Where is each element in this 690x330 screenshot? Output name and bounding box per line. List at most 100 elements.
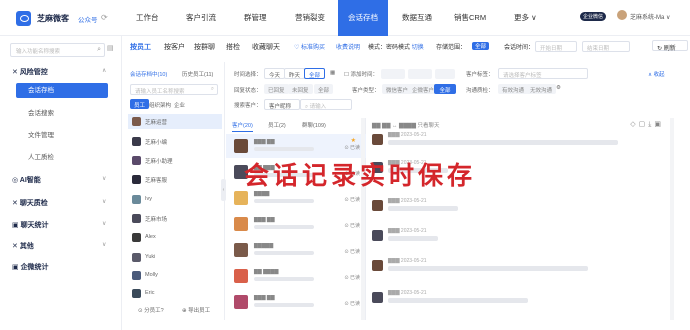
employee-row[interactable]: Eric [128,286,222,301]
star-icon[interactable]: ★ [351,137,356,144]
sidebar-search-input[interactable]: 输入功能名称搜索 ⌕ [10,43,105,57]
settings-icon[interactable]: ⚙ [556,85,561,91]
storage-value[interactable]: 全部 [472,42,490,50]
calendar-icon[interactable]: ▦ [330,70,335,76]
conversation-row[interactable]: ▇▇▇▇▇ ⊙ 已读 [226,238,366,262]
employee-row[interactable]: Alex [128,230,222,245]
customer-search-input[interactable]: ⌕ 请输入 [300,99,352,110]
conversation-row[interactable]: ▇▇▇ ▇▇ ★ ⊙ 已读 [226,134,366,158]
nav-archive[interactable]: 会话存档 [338,0,388,36]
add-time-start[interactable] [381,69,405,79]
avatar [132,233,141,242]
reply-status-label: 回复状态： [234,88,262,94]
sidebar-group-other[interactable]: ✕ 其他 [12,241,34,251]
chevron-up-icon[interactable]: ∧ [102,67,106,74]
sidebar-group-ai[interactable]: ◎ AI智能 [12,175,41,185]
avatar[interactable] [617,10,627,20]
end-date-input[interactable]: 结束日期 [582,41,630,52]
add-time-end[interactable] [408,69,432,79]
tab-by-employee[interactable]: 按员工 [130,42,151,52]
employee-row[interactable]: 芝麻市场 [128,211,222,226]
reply-replied[interactable]: 已回复 [264,84,289,94]
tab-by-customer[interactable]: 按客户 [164,42,185,52]
conversation-row[interactable]: ▇▇▇ ▇▇ ⊙ 已读 [226,290,366,314]
quality-invalid[interactable]: 无效沟通 [526,84,557,94]
export-employee-button[interactable]: ⊕ 导出员工 [182,306,210,314]
tab-customers[interactable]: 客户(20) [232,121,253,132]
reply-all[interactable]: 全部 [314,84,334,94]
sidebar-group-chat-check[interactable]: ✕ 聊天质检 [12,198,48,208]
chat-only-toggle[interactable]: 只看聊天 [417,123,439,129]
message-meta: ▇▇▇ 2023-05-21 [388,132,427,138]
conversation-list: 客户(20) 员工(2) 群聊(109) ▇▇▇ ▇▇ ★ ⊙ 已读 ▇▇ ▇▇▇ ⊙… [226,118,366,320]
nav-data[interactable]: 数据互通 [402,0,432,36]
tab-staff[interactable]: 员工(2) [268,121,286,129]
reply-unreplied[interactable]: 未回复 [288,84,313,94]
time-all[interactable]: 全部 [304,68,326,79]
account-tag[interactable]: 公众号 [78,14,98,24]
avatar [132,175,141,184]
copy-icon[interactable]: ▢ [639,121,649,128]
sidebar-group-chat-stats[interactable]: ▣ 聊天统计 [12,220,49,230]
type-all[interactable]: 全部 [434,84,456,94]
sidebar-item-inspection[interactable]: 人工质检 [16,150,108,165]
scrollbar[interactable] [361,118,365,320]
chevron-down-icon[interactable]: ∨ [102,175,106,182]
chevron-down-icon[interactable]: ∨ [102,241,106,248]
sidebar-group-risk[interactable]: ✕ 风险管控 [12,67,48,77]
employee-row[interactable]: Molly [128,268,222,283]
add-time-option[interactable] [435,69,455,79]
chevron-down-icon[interactable]: ∨ [102,198,106,205]
nav-marketing[interactable]: 营销裂变 [295,0,325,36]
buy-link[interactable]: ♡ 标准购买 [294,42,325,51]
nav-customer[interactable]: 客户引流 [186,0,216,36]
avatar [372,230,383,241]
employee-row[interactable]: Yuki [128,250,222,265]
nav-workbench[interactable]: 工作台 [136,0,159,36]
collapse-filter-button[interactable]: ∧ 收起 [648,70,665,78]
filter-company[interactable]: 企业 [174,101,185,109]
quality-valid[interactable]: 有效沟通 [498,84,529,94]
history-icon[interactable]: ⟳ [101,13,108,22]
filter-employee[interactable]: 员工 [130,99,150,109]
employee-row[interactable]: 芝麻小助理 [128,153,222,168]
nav-group[interactable]: 群管理 [244,0,267,36]
chevron-down-icon[interactable]: ∨ [102,220,106,227]
employee-row[interactable]: 芝麻客服 [128,172,222,187]
search-type-select[interactable]: 客户昵称 [264,99,300,110]
customer-tag-select[interactable]: 请选择客户标签 [498,68,588,79]
time-today[interactable]: 今天 [264,68,286,79]
employee-search-input[interactable]: 请输入员工名称搜索 ⌕ [130,84,218,95]
time-yesterday[interactable]: 昨天 [284,68,306,79]
export-icon[interactable]: ▣ [654,121,664,128]
nav-more[interactable]: 更多 ∨ [514,0,537,36]
pricing-link[interactable]: 收费说明 [336,42,360,51]
conversation-row[interactable]: ▇▇▇ ▇▇ ⊙ 已读 [226,212,366,236]
conversation-row[interactable]: ▇▇ ▇▇▇▇ ⊙ 已读 [226,264,366,288]
refresh-button[interactable]: ↻ 刷新 [652,40,688,52]
tag-icon[interactable]: ◇ [630,121,638,128]
filter-org[interactable]: 组织架构 [149,101,171,109]
tab-by-group[interactable]: 按群聊 [194,42,215,52]
sidebar-group-wecom-stats[interactable]: ▣ 企微统计 [12,262,49,272]
scrollbar[interactable] [670,118,674,320]
user-menu[interactable]: 芝麻系统-Ma ∨ [630,12,670,21]
employee-row[interactable]: Ivy [128,192,222,207]
mode-switch-link[interactable]: 切换 [412,45,424,51]
start-date-input[interactable]: 开始日期 [535,41,577,52]
tab-history-employees[interactable]: 历史员工(11) [182,70,213,78]
tab-favorites[interactable]: 收藏聊天 [252,42,280,52]
message-header: ▇▇ ▇▇ ↔ ▇▇▇▇ 只看聊天 [372,123,440,129]
add-time-label: ☐ 添加时间： [344,72,378,78]
employee-row[interactable]: 芝麻小编 [128,134,222,149]
tab-groups[interactable]: 群聊(109) [302,121,326,129]
nav-crm[interactable]: 销售CRM [454,0,486,36]
tab-check[interactable]: 搭检 [226,42,240,52]
employee-help-link[interactable]: ⊙ 分员工? [138,306,164,314]
employee-row[interactable]: 芝麻运营 [128,114,222,129]
tab-archiving-employees[interactable]: 会话存档中(10) [130,70,167,78]
sidebar-item-search[interactable]: 会话搜索 [16,106,108,121]
sidebar-item-files[interactable]: 文件管理 [16,128,108,143]
layout-icon[interactable]: ▤ [107,44,114,52]
sidebar-item-archive[interactable]: 会话存档 [16,83,108,98]
